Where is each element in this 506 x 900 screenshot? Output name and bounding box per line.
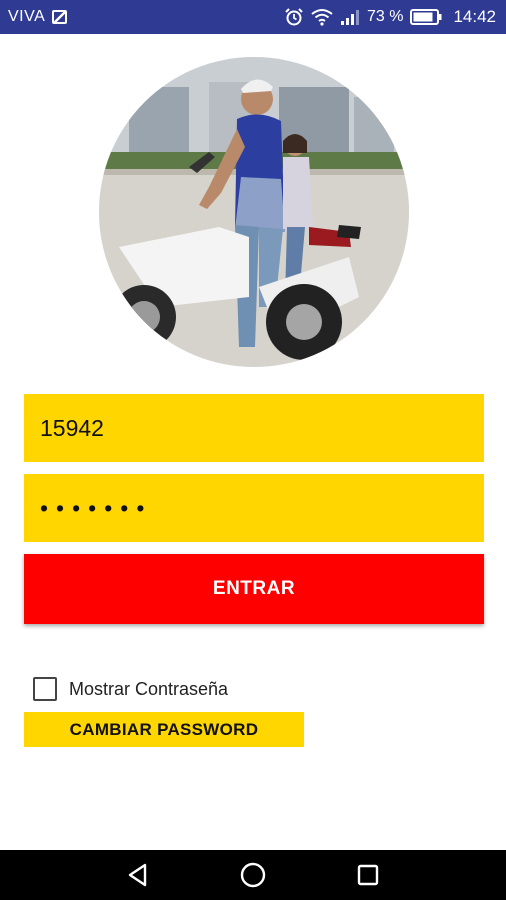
back-icon[interactable]	[118, 855, 158, 895]
show-password-label: Mostrar Contraseña	[69, 678, 229, 699]
username-field[interactable]	[24, 394, 484, 462]
profile-avatar	[99, 57, 409, 367]
password-field[interactable]	[24, 474, 484, 542]
wifi-icon	[311, 8, 333, 26]
enter-button[interactable]: ENTRAR	[24, 554, 484, 624]
carrier-name: VIVA	[8, 8, 46, 25]
signal-icon	[340, 8, 360, 26]
status-right: 73 % 14:42	[284, 7, 496, 27]
battery-icon	[410, 9, 442, 25]
show-password-checkbox[interactable]	[33, 677, 57, 701]
login-screen: VIVA 73 % 14:42 15942 ••••••• ENTRAR Mos…	[0, 0, 506, 900]
change-password-button[interactable]: CAMBIAR PASSWORD	[24, 712, 304, 747]
clock: 14:42	[453, 7, 496, 26]
sim-icon	[52, 10, 68, 24]
navigation-bar	[0, 850, 506, 900]
alarm-icon	[284, 7, 304, 27]
battery-percent: 73 %	[366, 8, 404, 25]
status-bar: VIVA 73 % 14:42	[0, 0, 506, 34]
show-password-row[interactable]: Mostrar Contraseña	[33, 677, 228, 701]
home-icon[interactable]	[233, 855, 273, 895]
recents-icon[interactable]	[348, 855, 388, 895]
status-left: VIVA	[8, 8, 68, 26]
